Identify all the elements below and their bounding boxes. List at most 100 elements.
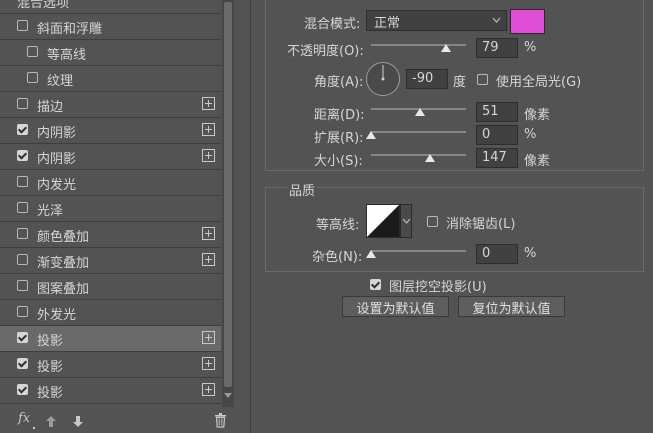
style-item[interactable]: 投影 (0, 326, 221, 352)
scroll-down-arrow-icon[interactable] (224, 393, 232, 398)
antialias-label: 消除锯齿(L) (446, 217, 516, 232)
global-light-checkbox[interactable] (477, 74, 488, 85)
style-item-checkbox[interactable] (17, 384, 28, 395)
size-label: 大小(S): (314, 154, 363, 169)
style-item[interactable]: 内阴影 (0, 118, 221, 144)
style-item-label: 内发光 (37, 178, 77, 193)
style-item-label: 外发光 (37, 308, 77, 323)
style-item-checkbox[interactable] (17, 280, 28, 291)
style-item[interactable]: 内阴影 (0, 144, 221, 170)
style-item[interactable]: 内发光 (0, 170, 221, 196)
size-slider-track[interactable] (371, 154, 466, 156)
add-style-icon[interactable] (202, 383, 215, 396)
size-input[interactable]: 147 (476, 148, 518, 168)
style-item-checkbox[interactable] (17, 202, 28, 213)
add-style-icon[interactable] (202, 97, 215, 110)
style-item-checkbox[interactable] (17, 358, 28, 369)
style-item-label: 等高线 (47, 48, 87, 63)
add-style-icon[interactable] (202, 357, 215, 370)
style-item-checkbox[interactable] (17, 124, 28, 135)
style-item-checkbox[interactable] (27, 46, 38, 57)
opacity-input[interactable]: 79 (476, 38, 518, 58)
size-slider-knob[interactable] (425, 154, 435, 162)
style-item[interactable]: 光泽 (0, 196, 221, 222)
blend-mode-select[interactable]: 正常 (366, 10, 507, 31)
noise-input[interactable]: 0 (476, 244, 518, 264)
style-item[interactable]: 纹理 (0, 66, 221, 92)
fx-menu-dot-icon (32, 426, 36, 430)
style-item[interactable]: 斜面和浮雕 (0, 14, 221, 40)
angle-input[interactable]: -90 (406, 69, 448, 89)
style-item-checkbox[interactable] (17, 306, 28, 317)
chevron-down-icon (492, 17, 501, 23)
spread-unit: % (524, 127, 537, 142)
style-item-label: 光泽 (37, 204, 64, 219)
add-style-icon[interactable] (202, 227, 215, 240)
distance-input[interactable]: 51 (476, 102, 518, 122)
style-item[interactable]: 投影 (0, 352, 221, 378)
style-item-checkbox[interactable] (17, 176, 28, 187)
style-item-checkbox[interactable] (17, 332, 28, 343)
add-style-icon[interactable] (202, 253, 215, 266)
fx-icon[interactable]: fx (18, 411, 30, 426)
styles-list-scrollbar[interactable] (222, 0, 234, 407)
add-style-icon[interactable] (202, 149, 215, 162)
add-style-icon[interactable] (202, 123, 215, 136)
style-item-checkbox[interactable] (17, 150, 28, 161)
spread-input[interactable]: 0 (476, 125, 518, 145)
blending-options-label: 混合选项 (17, 0, 70, 11)
styles-list: 混合选项 斜面和浮雕 等高线 纹理 描边 内阴影 内阴影 内发光 光泽 颜色叠加 渐变叠加 图案叠加… (0, 0, 221, 407)
style-item[interactable]: 外发光 (0, 300, 221, 326)
scrollbar-thumb[interactable] (224, 2, 232, 387)
angle-unit: 度 (453, 75, 467, 90)
move-up-icon[interactable] (45, 415, 57, 428)
style-item-checkbox[interactable] (27, 72, 38, 83)
style-item[interactable]: 描边 (0, 92, 221, 118)
distance-slider-knob[interactable] (415, 108, 425, 116)
move-down-icon[interactable] (72, 415, 84, 428)
size-unit: 像素 (524, 154, 551, 169)
style-item-checkbox[interactable] (17, 228, 28, 239)
style-item[interactable]: 等高线 (0, 40, 221, 66)
make-default-button[interactable]: 设置为默认值 (342, 296, 449, 317)
style-item-label: 渐变叠加 (37, 256, 90, 271)
angle-label: 角度(A): (314, 75, 364, 90)
blend-mode-label: 混合模式: (304, 17, 361, 32)
trash-icon[interactable] (214, 413, 227, 428)
opacity-slider-knob[interactable] (441, 44, 451, 52)
distance-label: 距离(D): (314, 108, 365, 123)
contour-label: 等高线: (316, 218, 360, 233)
style-item-checkbox[interactable] (17, 98, 28, 109)
style-item[interactable]: 渐变叠加 (0, 248, 221, 274)
style-item[interactable]: 投影 (0, 378, 221, 404)
chevron-down-icon (402, 218, 411, 224)
contour-picker[interactable] (366, 204, 400, 238)
style-item[interactable]: 颜色叠加 (0, 222, 221, 248)
add-style-icon[interactable] (202, 331, 215, 344)
reset-default-button[interactable]: 复位为默认值 (458, 296, 565, 317)
style-item[interactable]: 图案叠加 (0, 274, 221, 300)
spread-slider-track[interactable] (371, 131, 466, 133)
style-item-label: 投影 (37, 334, 64, 349)
style-item-checkbox[interactable] (17, 20, 28, 31)
style-item-label: 内阴影 (37, 126, 77, 141)
layer-knockout-label: 图层挖空投影(U) (389, 280, 487, 295)
style-item-checkbox[interactable] (17, 254, 28, 265)
noise-label: 杂色(N): (312, 250, 363, 265)
opacity-unit: % (524, 40, 537, 55)
angle-dial-icon[interactable] (365, 61, 401, 97)
contour-dropdown[interactable] (400, 204, 412, 238)
opacity-slider-track[interactable] (371, 44, 466, 46)
noise-slider-knob[interactable] (366, 250, 376, 258)
shadow-color-swatch[interactable] (510, 9, 545, 34)
spread-slider-knob[interactable] (366, 131, 376, 139)
style-item-label: 投影 (37, 386, 64, 401)
style-item-label: 投影 (37, 360, 64, 375)
layer-knockout-checkbox[interactable] (370, 279, 381, 290)
styles-list-panel: 混合选项 斜面和浮雕 等高线 纹理 描边 内阴影 内阴影 内发光 光泽 颜色叠加 渐变叠加 图案叠加… (0, 0, 234, 433)
antialias-checkbox[interactable] (427, 216, 438, 227)
noise-unit: % (524, 246, 537, 261)
blending-options-item[interactable]: 混合选项 (0, 0, 221, 14)
noise-slider-track[interactable] (371, 250, 466, 252)
spread-label: 扩展(R): (314, 131, 364, 146)
